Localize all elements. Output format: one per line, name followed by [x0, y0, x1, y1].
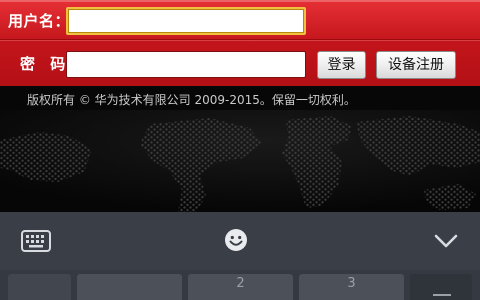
background-area: 版权所有 © 华为技术有限公司 2009-2015。保留一切权利。 [0, 86, 480, 212]
keyboard-key[interactable] [8, 274, 71, 300]
world-map-image [0, 110, 480, 212]
keyboard-key-3[interactable]: 3 [299, 274, 404, 300]
password-input[interactable] [66, 51, 306, 78]
keyboard-keys: 2 3 [0, 274, 480, 300]
device-register-button[interactable]: 设备注册 [376, 51, 456, 79]
keyboard-toolbar [0, 212, 480, 270]
username-input[interactable] [66, 7, 306, 35]
keyboard-key[interactable] [77, 274, 182, 300]
copyright-text: 版权所有 © 华为技术有限公司 2009-2015。保留一切权利。 [27, 93, 356, 107]
login-button[interactable]: 登录 [317, 51, 366, 79]
emoji-icon[interactable] [224, 228, 248, 252]
username-label: 用户名： [8, 12, 71, 30]
chevron-down-icon[interactable] [433, 232, 459, 250]
header-gloss [0, 0, 480, 2]
keyboard-key[interactable] [410, 274, 472, 300]
login-screen: 用户名： 密 码： 登录 设备注册 版权所有 © 华为技术有限公司 2009-2… [0, 0, 480, 300]
keyboard-icon[interactable] [21, 230, 51, 252]
keyboard-key-2[interactable]: 2 [188, 274, 293, 300]
login-form: 用户名： 密 码： 登录 设备注册 [0, 0, 480, 86]
form-divider [0, 39, 480, 40]
soft-keyboard: 2 3 [0, 212, 480, 300]
key-symbol [433, 294, 451, 300]
